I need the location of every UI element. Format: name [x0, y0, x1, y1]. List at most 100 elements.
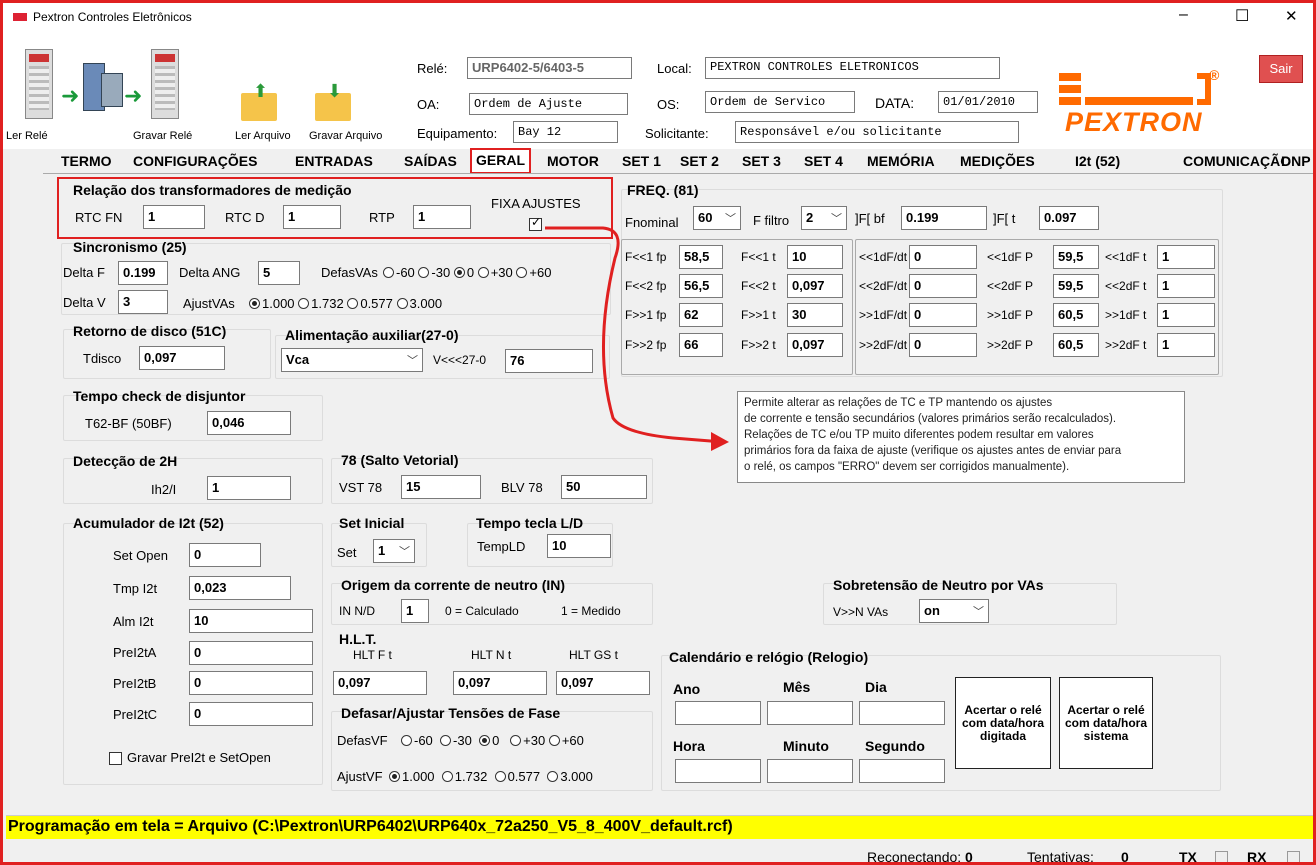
- maximize-button[interactable]: ☐: [1235, 6, 1249, 26]
- hltn-input[interactable]: 0,097: [453, 671, 547, 695]
- ih2-input[interactable]: 1: [207, 476, 291, 500]
- rtcd-input[interactable]: 1: [283, 205, 341, 229]
- setopen-input[interactable]: 0: [189, 543, 261, 567]
- rtp-input[interactable]: 1: [413, 205, 471, 229]
- vnvas-select[interactable]: on ﹀: [919, 599, 989, 623]
- dfdt-input[interactable]: 0: [909, 274, 977, 298]
- ano-input[interactable]: [675, 701, 761, 725]
- local-field[interactable]: PEXTRON CONTROLES ELETRONICOS: [705, 57, 1000, 79]
- ler-rele-button[interactable]: [19, 49, 59, 119]
- minuto-input[interactable]: [767, 759, 853, 783]
- hltf-input[interactable]: 0,097: [333, 671, 427, 695]
- tdisco-input[interactable]: 0,097: [139, 346, 225, 370]
- dfp-input[interactable]: 59,5: [1053, 245, 1099, 269]
- blv78-input[interactable]: 50: [561, 475, 647, 499]
- alimentacao-select[interactable]: Vca ﹀: [281, 348, 423, 372]
- dfdt-input[interactable]: 0: [909, 303, 977, 327]
- dia-input[interactable]: [859, 701, 945, 725]
- prei2tb-input[interactable]: 0: [189, 671, 313, 695]
- dfdt-input[interactable]: 0: [909, 333, 977, 357]
- prei2tc-input[interactable]: 0: [189, 702, 313, 726]
- tab-motor[interactable]: MOTOR: [543, 151, 603, 173]
- ajustvf-radio-group[interactable]: 1.000 1.732 0.577 3.000: [389, 769, 593, 784]
- tab-sa-das[interactable]: SAÍDAS: [400, 151, 461, 173]
- tab-mem-ria[interactable]: MEMÓRIA: [863, 151, 939, 173]
- hltgs-input[interactable]: 0,097: [556, 671, 650, 695]
- radio[interactable]: [383, 267, 394, 278]
- radio-selected[interactable]: [389, 771, 400, 782]
- data-field[interactable]: 01/01/2010: [938, 91, 1038, 113]
- tmpi2t-input[interactable]: 0,023: [189, 576, 291, 600]
- equipamento-field[interactable]: Bay 12: [513, 121, 618, 143]
- dfp-input[interactable]: 59,5: [1053, 274, 1099, 298]
- gravar-prei2t-checkbox[interactable]: [109, 752, 122, 765]
- fbf-input[interactable]: 0.199: [901, 206, 987, 230]
- dft-input[interactable]: 1: [1157, 303, 1215, 327]
- defasvf-radio-group[interactable]: -60 -30 0 +30 +60: [401, 733, 584, 748]
- ler-arquivo-button[interactable]: ⬆: [239, 81, 279, 121]
- radio[interactable]: [441, 771, 453, 782]
- tab-entradas[interactable]: ENTRADAS: [291, 151, 377, 173]
- radio-selected[interactable]: [479, 735, 491, 746]
- dfdt-input[interactable]: 0: [909, 245, 977, 269]
- ler-arquivo-label[interactable]: Ler Arquivo: [235, 130, 291, 142]
- defasvas-radio-group[interactable]: -60 -30 0 +30 +60: [383, 265, 551, 280]
- ffiltro-select[interactable]: 2 ﹀: [801, 206, 847, 230]
- deltaf-input[interactable]: 0.199: [118, 261, 168, 285]
- radio[interactable]: [477, 267, 489, 278]
- set-select[interactable]: 1 ﹀: [373, 539, 415, 563]
- gravar-rele-button[interactable]: [145, 49, 185, 119]
- t62bf-input[interactable]: 0,046: [207, 411, 291, 435]
- tab-geral[interactable]: GERAL: [470, 148, 531, 174]
- ajustvas-radio-group[interactable]: 1.000 1.732 0.577 3.000: [249, 296, 442, 311]
- mes-input[interactable]: [767, 701, 853, 725]
- radio[interactable]: [418, 267, 430, 278]
- close-button[interactable]: ✕: [1285, 7, 1298, 25]
- tab-set-4[interactable]: SET 4: [800, 151, 847, 173]
- almi2t-input[interactable]: 10: [189, 609, 313, 633]
- solicitante-field[interactable]: Responsável e/ou solicitante: [735, 121, 1019, 143]
- innd-input[interactable]: 1: [401, 599, 429, 623]
- minimize-button[interactable]: –: [1179, 6, 1188, 24]
- dfp-input[interactable]: 60,5: [1053, 303, 1099, 327]
- oa-field[interactable]: Ordem de Ajuste: [469, 93, 628, 115]
- radio[interactable]: [510, 735, 522, 746]
- acertar-sistema-button[interactable]: Acertar o relé com data/hora sistema: [1059, 677, 1153, 769]
- radio-selected[interactable]: [453, 267, 465, 278]
- tab-set-1[interactable]: SET 1: [618, 151, 665, 173]
- ler-rele-label[interactable]: Ler Relé: [6, 130, 48, 142]
- deltaang-input[interactable]: 5: [258, 261, 300, 285]
- gravar-arquivo-label[interactable]: Gravar Arquivo: [309, 130, 382, 142]
- freq-t-input[interactable]: 30: [787, 303, 843, 327]
- radio[interactable]: [401, 735, 412, 746]
- tab-dnp[interactable]: DNP: [1277, 151, 1313, 173]
- ft-input[interactable]: 0.097: [1039, 206, 1099, 230]
- gravar-rele-label[interactable]: Gravar Relé: [133, 130, 192, 142]
- radio[interactable]: [516, 267, 528, 278]
- freq-t-input[interactable]: 10: [787, 245, 843, 269]
- hora-input[interactable]: [675, 759, 761, 783]
- radio[interactable]: [548, 735, 560, 746]
- freq-t-input[interactable]: 0,097: [787, 333, 843, 357]
- vst78-input[interactable]: 15: [401, 475, 481, 499]
- acertar-digitada-button[interactable]: Acertar o relé com data/hora digitada: [955, 677, 1051, 769]
- radio[interactable]: [547, 771, 559, 782]
- rtcfn-input[interactable]: 1: [143, 205, 205, 229]
- os-field[interactable]: Ordem de Servico: [705, 91, 855, 113]
- radio[interactable]: [347, 298, 359, 309]
- radio[interactable]: [440, 735, 452, 746]
- freq-t-input[interactable]: 0,097: [787, 274, 843, 298]
- templd-input[interactable]: 10: [547, 534, 611, 558]
- tab-i2t-52-[interactable]: I2t (52): [1071, 151, 1124, 173]
- deltav-input[interactable]: 3: [118, 290, 168, 314]
- sair-button[interactable]: Sair: [1259, 55, 1303, 83]
- radio-selected[interactable]: [249, 298, 260, 309]
- segundo-input[interactable]: [859, 759, 945, 783]
- dfp-input[interactable]: 60,5: [1053, 333, 1099, 357]
- tab-termo[interactable]: TERMO: [57, 151, 116, 173]
- radio[interactable]: [396, 298, 408, 309]
- radio[interactable]: [298, 298, 310, 309]
- tab-configura-es[interactable]: CONFIGURAÇÕES: [129, 151, 261, 173]
- prei2ta-input[interactable]: 0: [189, 641, 313, 665]
- tab-medi-es[interactable]: MEDIÇÕES: [956, 151, 1039, 173]
